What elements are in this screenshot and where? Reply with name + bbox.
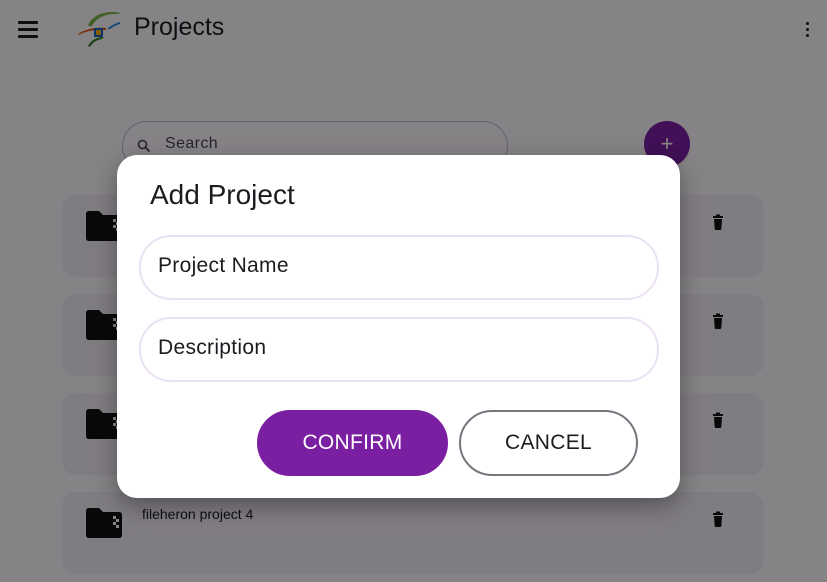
add-project-dialog: Add Project CONFIRM CANCEL xyxy=(117,155,680,498)
project-name-input[interactable] xyxy=(156,253,640,279)
dialog-title: Add Project xyxy=(150,179,295,210)
description-input[interactable] xyxy=(156,335,640,361)
project-name-field[interactable] xyxy=(139,235,659,300)
description-field[interactable] xyxy=(139,317,659,382)
cancel-button[interactable]: CANCEL xyxy=(459,410,638,476)
confirm-button[interactable]: CONFIRM xyxy=(257,410,448,476)
